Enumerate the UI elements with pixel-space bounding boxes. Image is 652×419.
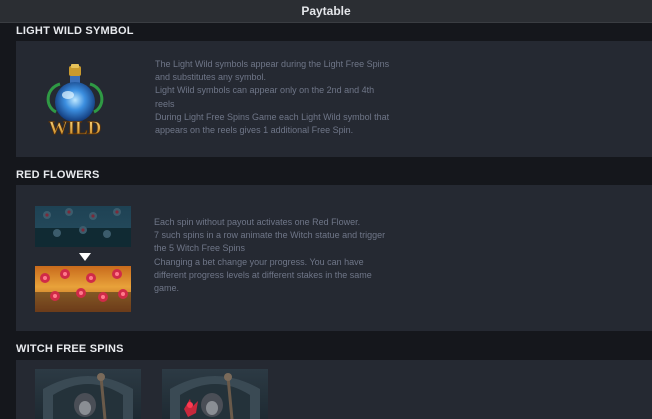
witch-statue-image [35, 369, 141, 419]
description-line: The Light Wild symbols appear during the… [155, 59, 390, 69]
description-line: game. [154, 283, 180, 294]
description-line: Light Wild symbols can appear only on th… [155, 85, 375, 96]
description-line: and substitutes any symbol. [155, 72, 267, 83]
light-wild-panel: WILD The Light Wild symbols appear durin… [16, 41, 652, 157]
witch-active-image [162, 369, 268, 419]
window-title: Paytable [301, 4, 351, 18]
flowers-inactive-image [35, 206, 131, 247]
active-flowers-graphic [35, 269, 131, 312]
description-line: Each spin without payout activates one R… [154, 217, 361, 227]
light-wild-description: The Light Wild symbols appear during the… [155, 58, 389, 137]
description-line: 7 such spins in a row animate the Witch … [154, 230, 386, 241]
section-heading-red-flowers: RED FLOWERS [16, 169, 100, 181]
red-flowers-panel: Each spin without payout activates one R… [16, 185, 652, 331]
flowers-active-image [35, 266, 131, 312]
witch-active-graphic [170, 373, 260, 419]
description-line: During Light Free Spins Game each Light … [155, 111, 390, 122]
section-heading-light-wild: LIGHT WILD SYMBOL [16, 25, 134, 37]
description-line: the 5 Witch Free Spins [154, 243, 246, 254]
description-line: Changing a bet change your progress. You… [154, 256, 364, 267]
description-line: different progress levels at different s… [154, 269, 372, 280]
arrow-down-icon [79, 253, 91, 261]
inactive-flowers-graphic [35, 208, 131, 247]
witch-free-spins-panel [16, 360, 652, 419]
description-line: reels [155, 98, 175, 109]
witch-statue-graphic [43, 373, 133, 419]
description-line: appears on the reels gives 1 additional … [155, 125, 354, 136]
red-flowers-description: Each spin without payout activates one R… [154, 216, 385, 295]
wild-icon-label: WILD [49, 118, 102, 138]
window-title-bar: Paytable [0, 0, 652, 23]
section-heading-witch-free-spins: WITCH FREE SPINS [16, 343, 124, 355]
wild-potion-icon: WILD [46, 64, 104, 138]
